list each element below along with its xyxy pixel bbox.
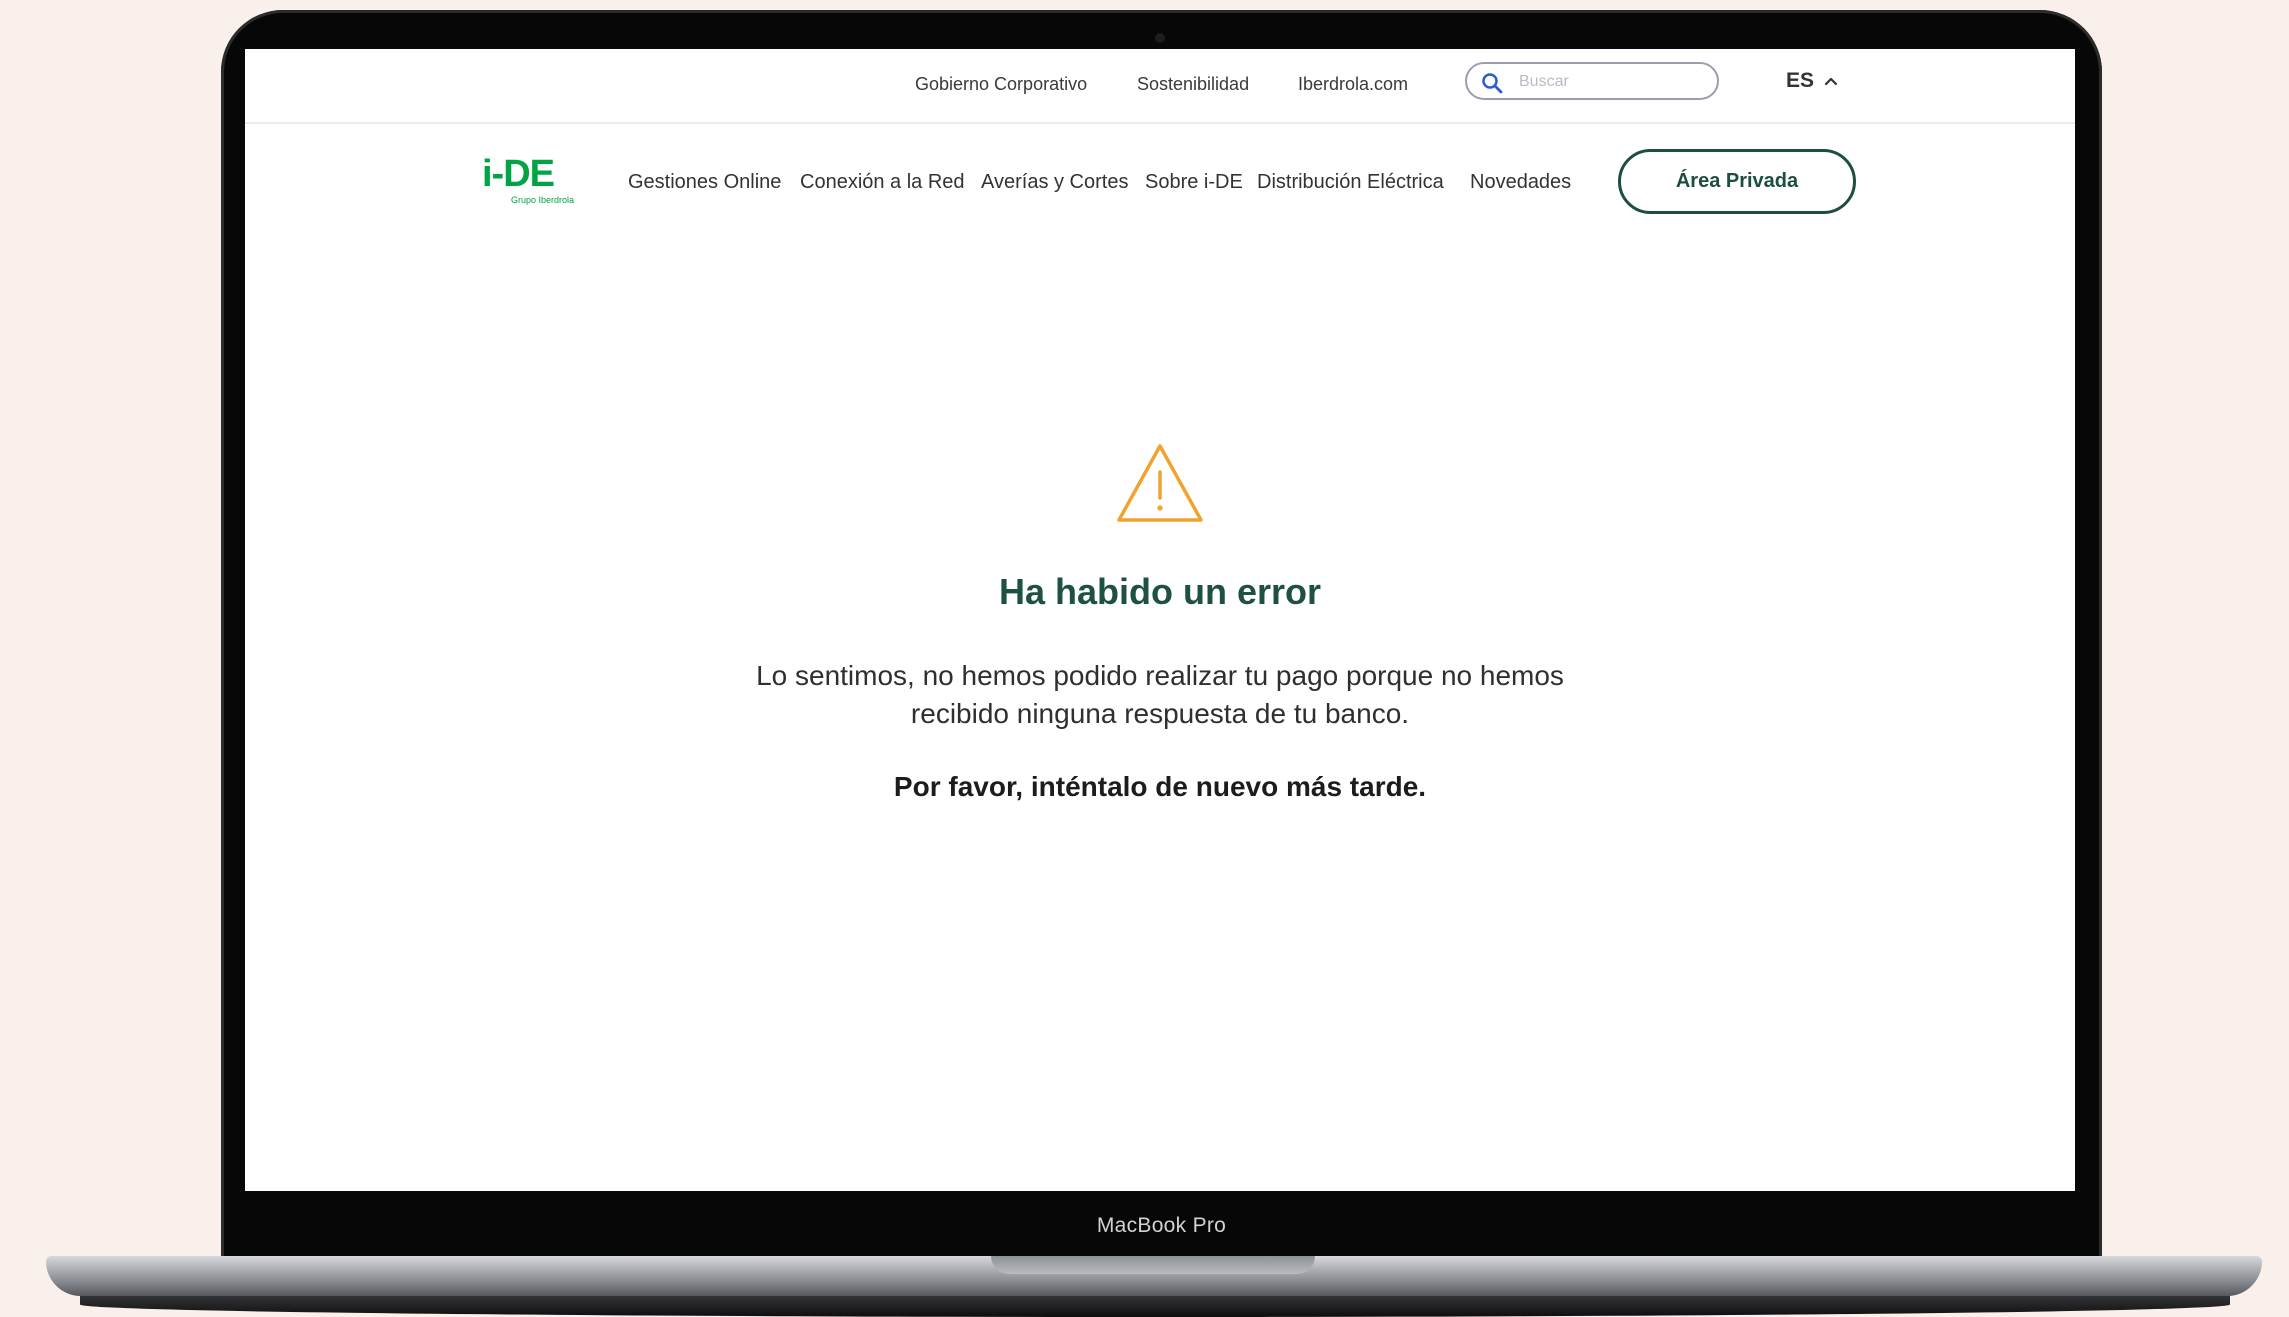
link-sostenibilidad[interactable]: Sostenibilidad <box>1137 74 1249 95</box>
nav-averias-cortes[interactable]: Averías y Cortes <box>981 171 1128 194</box>
logo-subtitle: Grupo Iberdrola <box>510 195 574 205</box>
link-gobierno-corporativo[interactable]: Gobierno Corporativo <box>915 74 1087 95</box>
logo-wordmark: i-DE <box>482 153 555 195</box>
search-input[interactable] <box>1517 70 1711 94</box>
utility-bar: Gobierno Corporativo Sostenibilidad Iber… <box>245 49 2075 124</box>
ide-logo[interactable]: i-DE Grupo Iberdrola <box>482 155 576 211</box>
error-message: Lo sentimos, no hemos podido realizar tu… <box>756 660 1564 729</box>
link-iberdrola[interactable]: Iberdrola.com <box>1298 74 1408 95</box>
nav-distribucion-electrica[interactable]: Distribución Eléctrica <box>1257 171 1444 194</box>
warning-triangle-icon <box>1117 444 1203 522</box>
search-box[interactable] <box>1465 62 1719 100</box>
nav-novedades[interactable]: Novedades <box>1470 171 1571 194</box>
nav-gestiones-online[interactable]: Gestiones Online <box>628 171 781 194</box>
nav-conexion-red[interactable]: Conexión a la Red <box>800 171 965 194</box>
error-retry-message: Por favor, inténtalo de nuevo más tarde. <box>893 771 1427 802</box>
language-label: ES <box>1786 69 1815 92</box>
camera-icon <box>1155 33 1165 43</box>
chevron-up-icon <box>1824 77 1838 86</box>
language-selector[interactable]: ES <box>1786 69 1838 93</box>
laptop-notch <box>991 1256 1315 1274</box>
browser-viewport: Gobierno Corporativo Sostenibilidad Iber… <box>245 49 2075 1191</box>
device-mockup: Gobierno Corporativo Sostenibilidad Iber… <box>0 0 2289 1317</box>
device-label: MacBook Pro <box>1096 1214 1227 1237</box>
search-icon <box>1482 73 1503 94</box>
error-title: Ha habido un error <box>998 571 1322 612</box>
area-privada-button[interactable]: Área Privada <box>1618 149 1856 214</box>
nav-sobre-ide[interactable]: Sobre i-DE <box>1145 171 1243 194</box>
